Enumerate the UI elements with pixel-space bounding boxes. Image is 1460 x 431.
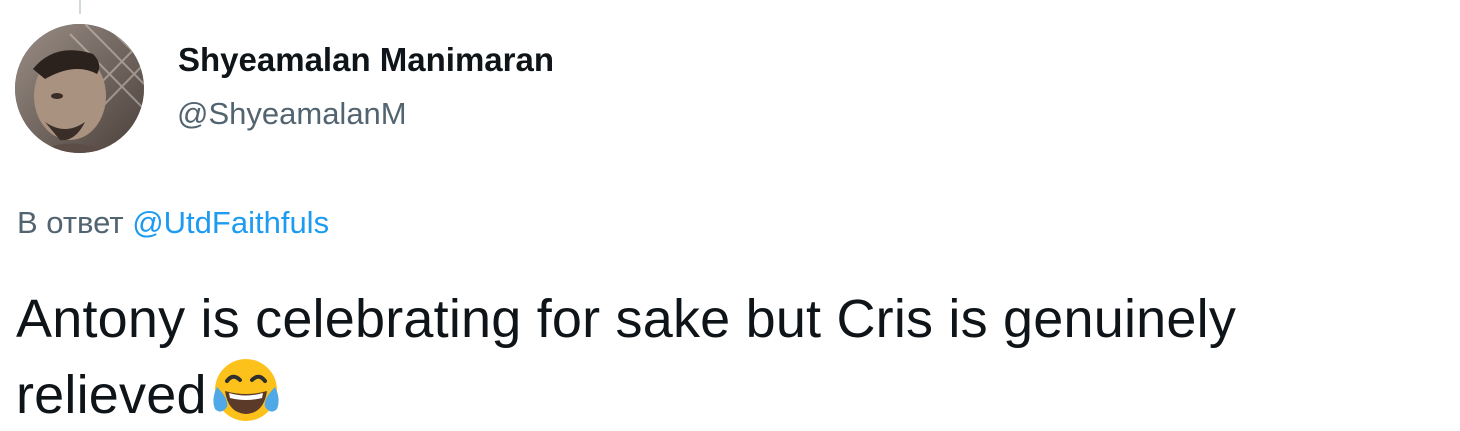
reply-mention-link[interactable]: @UtdFaithfuls: [132, 205, 329, 240]
reply-context: В ответ @UtdFaithfuls: [17, 203, 329, 243]
thread-connector-line: [79, 0, 81, 14]
avatar[interactable]: [15, 24, 144, 153]
reply-prefix-label: В ответ: [17, 205, 133, 240]
tweet-text: Antony is celebrating for sake but Cris …: [16, 285, 1436, 429]
author-handle[interactable]: @ShyeamalanM: [177, 94, 407, 134]
tweet-text-content: Antony is celebrating for sake but Cris …: [16, 289, 1237, 425]
face-with-tears-of-joy-icon: [209, 353, 283, 427]
author-name[interactable]: Shyeamalan Manimaran: [178, 40, 554, 80]
